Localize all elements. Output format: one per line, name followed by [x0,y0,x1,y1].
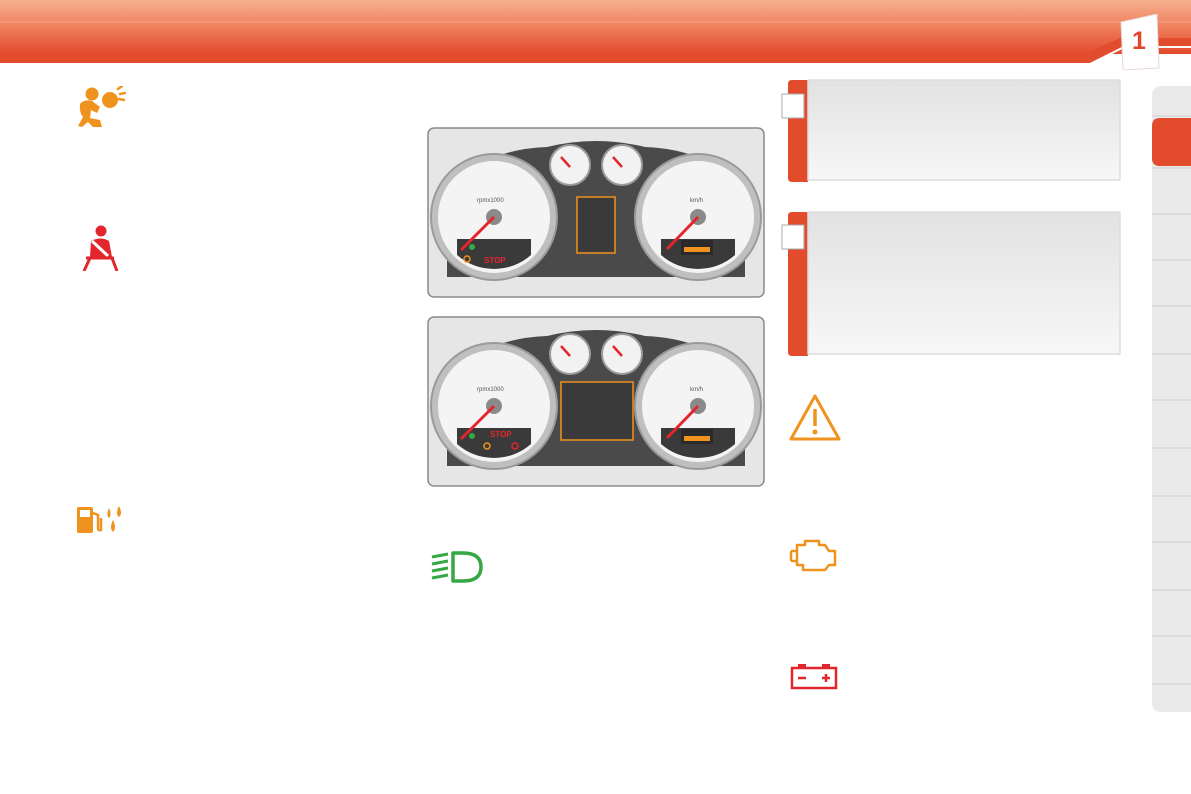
chapter-header-band: 1 [0,0,1191,70]
instrument-cluster-2 [427,316,765,487]
fuel-fluid-icon [77,506,121,533]
engine-icon [789,539,837,572]
info-box-2 [781,211,1121,356]
airbag-icon [78,86,126,127]
instrument-cluster-1 [427,127,765,298]
chapter-side-tabs[interactable] [1150,86,1191,712]
headlight-icon [431,551,483,583]
battery-icon [790,664,838,690]
chapter-number: 1 [1132,27,1146,55]
warning-triangle-icon [789,394,841,441]
info-box-1 [781,79,1121,182]
seatbelt-icon [82,225,119,271]
side-tab-active[interactable] [1150,116,1191,168]
